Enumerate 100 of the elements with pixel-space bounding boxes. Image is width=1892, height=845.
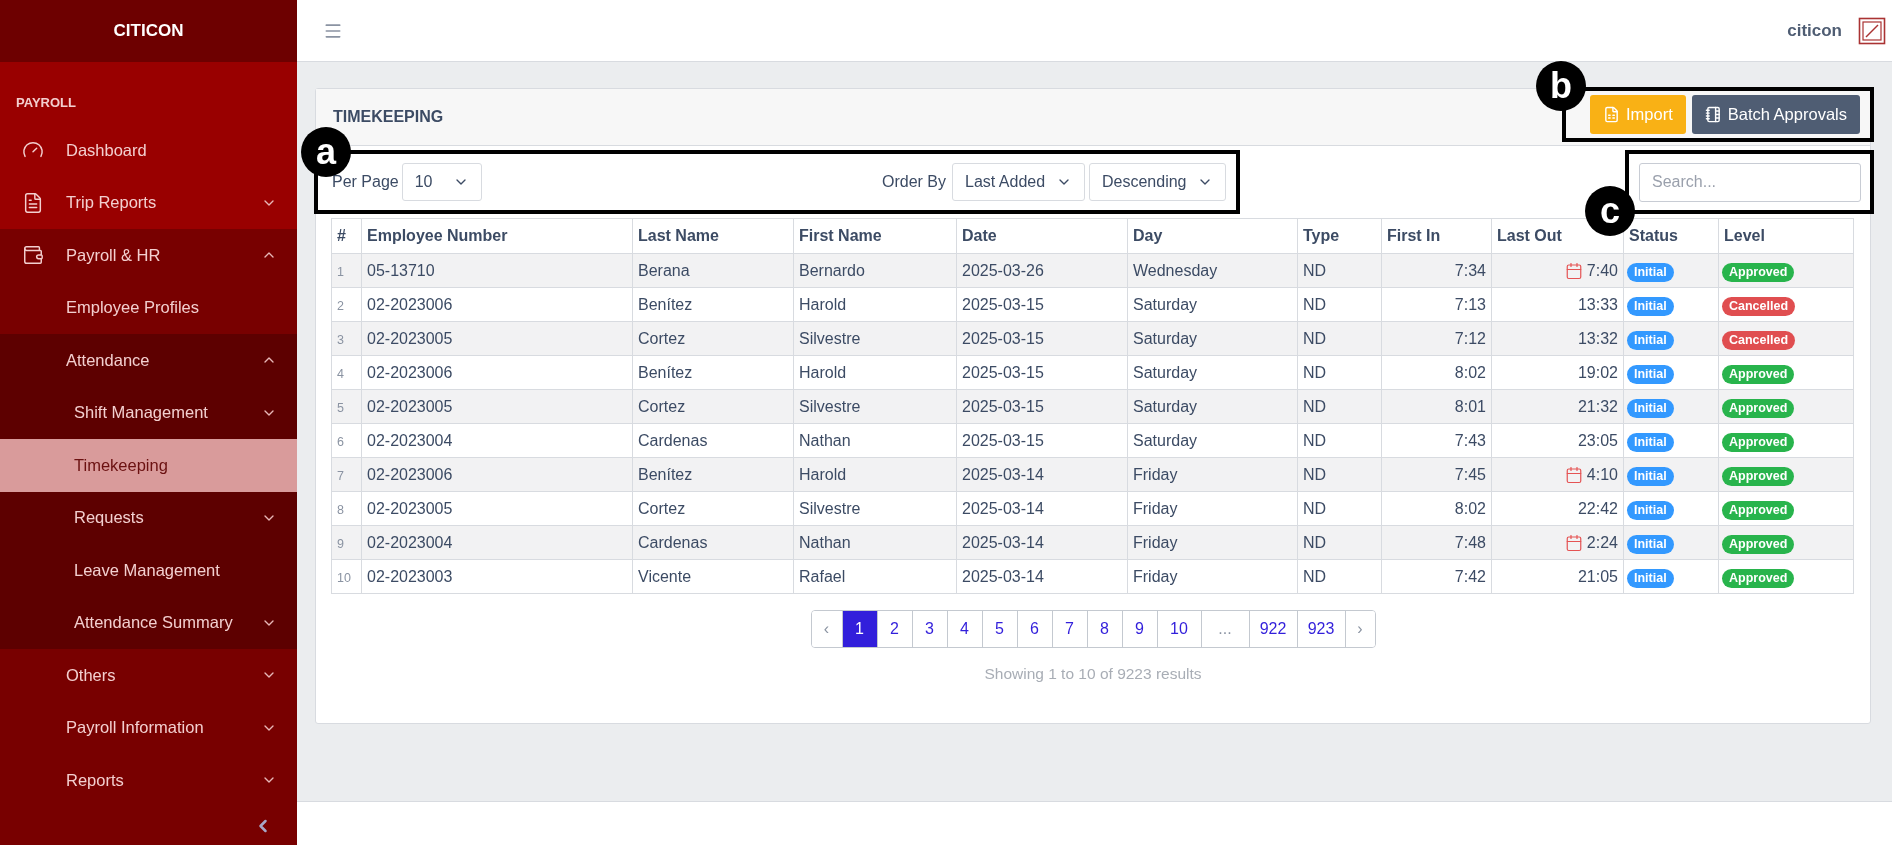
sidebar-item[interactable]: Attendance: [0, 334, 297, 387]
status-badge: Approved: [1722, 364, 1795, 384]
table-cell: 2025-03-26: [962, 261, 1044, 279]
table-cell: Benítez: [638, 295, 693, 313]
table-cell: 7:13: [1454, 295, 1486, 313]
table-cell: Friday: [1133, 567, 1178, 585]
table-cell: 7:45: [1454, 465, 1486, 483]
table-cell: Saturday: [1133, 329, 1198, 347]
table-cell: Bernardo: [799, 261, 865, 279]
column-header: Employee Number: [367, 227, 508, 244]
table-cell: Vicente: [638, 567, 692, 585]
status-badge: Initial: [1627, 568, 1674, 588]
table-cell: Rafael: [799, 567, 846, 585]
table-cell: ND: [1303, 329, 1327, 347]
batch-approvals-button[interactable]: Batch Approvals: [1691, 94, 1860, 134]
sidebar-item[interactable]: Timekeeping: [0, 439, 297, 492]
status-badge: Initial: [1627, 364, 1674, 384]
status-badge: Approved: [1722, 262, 1795, 282]
sidebar-item[interactable]: Shift Management: [0, 386, 297, 439]
section-label: PAYROLL: [16, 95, 76, 110]
row-number: 6: [337, 434, 344, 449]
card-title: TIMEKEEPING: [333, 107, 445, 127]
sidebar-item[interactable]: Reports: [0, 754, 297, 807]
row-number: 4: [337, 366, 344, 381]
sidebar-item[interactable]: Requests: [0, 491, 297, 544]
table-cell: ND: [1303, 499, 1327, 517]
search-field[interactable]: Search...: [1639, 162, 1861, 202]
table-cell: 02-2023004: [367, 431, 453, 449]
table-cell: Saturday: [1133, 295, 1198, 313]
table-cell: 2025-03-15: [962, 431, 1044, 449]
table-cell: Silvestre: [799, 329, 861, 347]
table-cell: 02-2023004: [367, 533, 453, 551]
table-cell: 2025-03-15: [962, 329, 1044, 347]
status-badge: Approved: [1722, 500, 1795, 520]
table-cell: 05-13710: [367, 261, 435, 279]
table-cell-text: 7:40: [1586, 260, 1618, 281]
row-number: 10: [337, 570, 351, 585]
row-number: 8: [337, 502, 344, 517]
page-button[interactable]: 1: [841, 611, 877, 647]
table-cell-text: 13:32: [1577, 328, 1618, 349]
user-name: citicon: [1787, 19, 1842, 42]
table-cell: 2025-03-14: [962, 465, 1044, 483]
status-badge: Cancelled: [1722, 330, 1796, 350]
status-badge: Initial: [1627, 534, 1674, 554]
sidebar-item[interactable]: Others: [0, 649, 297, 702]
status-badge: Cancelled: [1722, 296, 1796, 316]
sidebar-item[interactable]: Attendance Summary: [0, 596, 297, 649]
table-cell-text: 13:33: [1577, 294, 1618, 315]
table-cell: 8:02: [1454, 363, 1486, 381]
table-cell: Harold: [799, 295, 847, 313]
table-cell: Berana: [638, 261, 690, 279]
per-page-select[interactable]: 10: [401, 163, 482, 201]
sidebar-item[interactable]: Dashboard: [0, 124, 297, 177]
status-badge: Approved: [1722, 432, 1795, 452]
table-cell: ND: [1303, 261, 1327, 279]
status-badge: Initial: [1627, 296, 1674, 316]
row-number: 5: [337, 400, 344, 415]
column-header: First In: [1387, 227, 1441, 244]
table-cell: 7:42: [1454, 567, 1486, 585]
results-summary: Showing 1 to 10 of 9223 results: [984, 664, 1202, 684]
sidebar-item[interactable]: Payroll Information: [0, 701, 297, 754]
row-number: 9: [337, 536, 344, 551]
table-cell: 02-2023005: [367, 397, 453, 415]
table-cell: 7:43: [1454, 431, 1486, 449]
table-cell: 8:02: [1454, 499, 1486, 517]
column-header: Last Name: [638, 227, 719, 244]
table-cell-text: 22:42: [1577, 498, 1618, 519]
sidebar-item[interactable]: Employee Profiles: [0, 281, 297, 334]
sidebar-item[interactable]: Trip Reports: [0, 176, 297, 229]
table-cell: 2025-03-15: [962, 295, 1044, 313]
table-cell: ND: [1303, 567, 1327, 585]
status-badge: Approved: [1722, 398, 1795, 418]
table-cell: Silvestre: [799, 397, 861, 415]
table-cell-text: 19:02: [1577, 362, 1618, 383]
brand-title: CITICON: [113, 20, 184, 43]
order-by-select[interactable]: Last Added: [952, 163, 1085, 201]
table-cell: 2025-03-14: [962, 567, 1044, 585]
table-cell: ND: [1303, 465, 1327, 483]
status-badge: Initial: [1627, 432, 1674, 452]
table-cell: ND: [1303, 363, 1327, 381]
table-cell: ND: [1303, 295, 1327, 313]
logout-icon[interactable]: [1858, 16, 1886, 45]
column-header: Day: [1133, 227, 1163, 244]
column-header: #: [337, 227, 346, 244]
column-header: Date: [962, 227, 997, 244]
table-cell: 2025-03-15: [962, 363, 1044, 381]
table-cell: 02-2023006: [367, 363, 453, 381]
sidebar-item[interactable]: Leave Management: [0, 544, 297, 597]
sort-direction-select[interactable]: Descending: [1089, 163, 1226, 201]
table-cell: Friday: [1133, 465, 1178, 483]
table-cell: 2025-03-15: [962, 397, 1044, 415]
status-badge: Approved: [1722, 466, 1795, 486]
table-cell: 7:34: [1454, 261, 1486, 279]
column-header: Level: [1724, 227, 1765, 244]
status-badge: Approved: [1722, 534, 1795, 554]
spreadsheet-icon: [1603, 105, 1620, 123]
sidebar-item[interactable]: Payroll & HR: [0, 229, 297, 282]
table-cell: 8:01: [1454, 397, 1486, 415]
table-cell: 2025-03-14: [962, 499, 1044, 517]
row-number: 7: [337, 468, 344, 483]
